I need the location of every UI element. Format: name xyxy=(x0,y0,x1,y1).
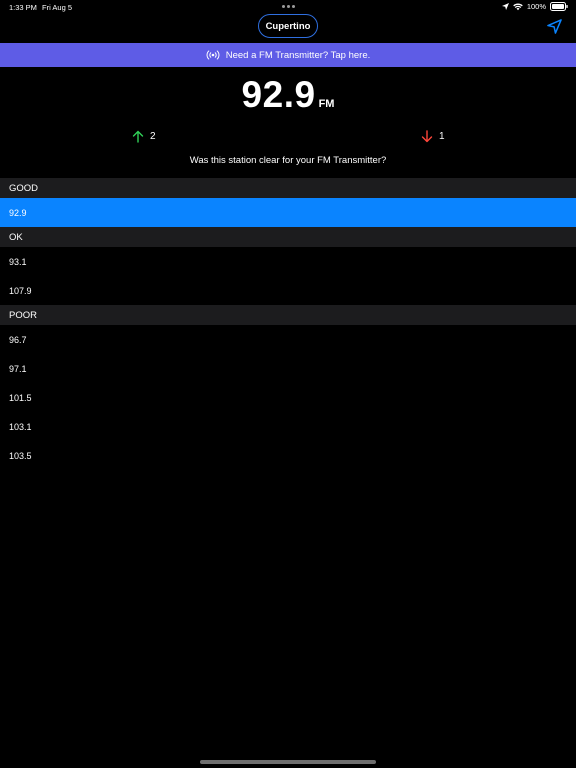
station-row[interactable]: 107.9 xyxy=(0,276,576,305)
wifi-icon xyxy=(513,3,523,11)
station-row[interactable]: 97.1 xyxy=(0,354,576,383)
section-header-good: GOOD xyxy=(0,178,576,198)
downvote-count: 1 xyxy=(439,131,445,142)
battery-icon xyxy=(550,2,568,11)
arrow-up-icon xyxy=(132,130,144,143)
multitasking-dots[interactable] xyxy=(282,5,295,8)
upvote-count: 2 xyxy=(150,131,156,142)
clarity-question: Was this station clear for your FM Trans… xyxy=(189,155,387,166)
location-arrow-icon[interactable] xyxy=(547,19,562,34)
station-row[interactable]: 103.1 xyxy=(0,412,576,441)
header: Cupertino xyxy=(0,14,576,40)
station-row[interactable]: 101.5 xyxy=(0,383,576,412)
battery-percent: 100% xyxy=(526,2,546,11)
frequency-display: 92.9 FM xyxy=(0,74,576,116)
section-header-poor: POOR xyxy=(0,305,576,325)
city-button[interactable]: Cupertino xyxy=(258,14,318,38)
broadcast-icon xyxy=(206,50,220,60)
upvote-button[interactable]: 2 xyxy=(132,130,156,143)
station-row[interactable]: 96.7 xyxy=(0,325,576,354)
home-indicator[interactable] xyxy=(200,760,376,764)
section-header-ok: OK xyxy=(0,227,576,247)
status-indicators: 100% xyxy=(501,2,568,11)
status-time: 1:33 PM xyxy=(9,3,37,12)
location-services-icon xyxy=(501,3,509,10)
station-row[interactable]: 93.1 xyxy=(0,247,576,276)
fm-transmitter-banner[interactable]: Need a FM Transmitter? Tap here. xyxy=(0,43,576,67)
arrow-down-icon xyxy=(421,130,433,143)
frequency-unit: FM xyxy=(318,98,335,110)
banner-text: Need a FM Transmitter? Tap here. xyxy=(225,49,371,61)
status-bar: 1:33 PM Fri Aug 5 100% xyxy=(0,0,576,14)
station-row[interactable]: 103.5 xyxy=(0,441,576,470)
status-date: Fri Aug 5 xyxy=(42,3,73,12)
station-row[interactable]: 92.9 xyxy=(0,198,576,227)
downvote-button[interactable]: 1 xyxy=(421,130,445,143)
frequency-value: 92.9 xyxy=(241,74,316,115)
station-list: GOOD 92.9 OK 93.1 107.9 POOR 96.7 97.1 1… xyxy=(0,178,576,470)
